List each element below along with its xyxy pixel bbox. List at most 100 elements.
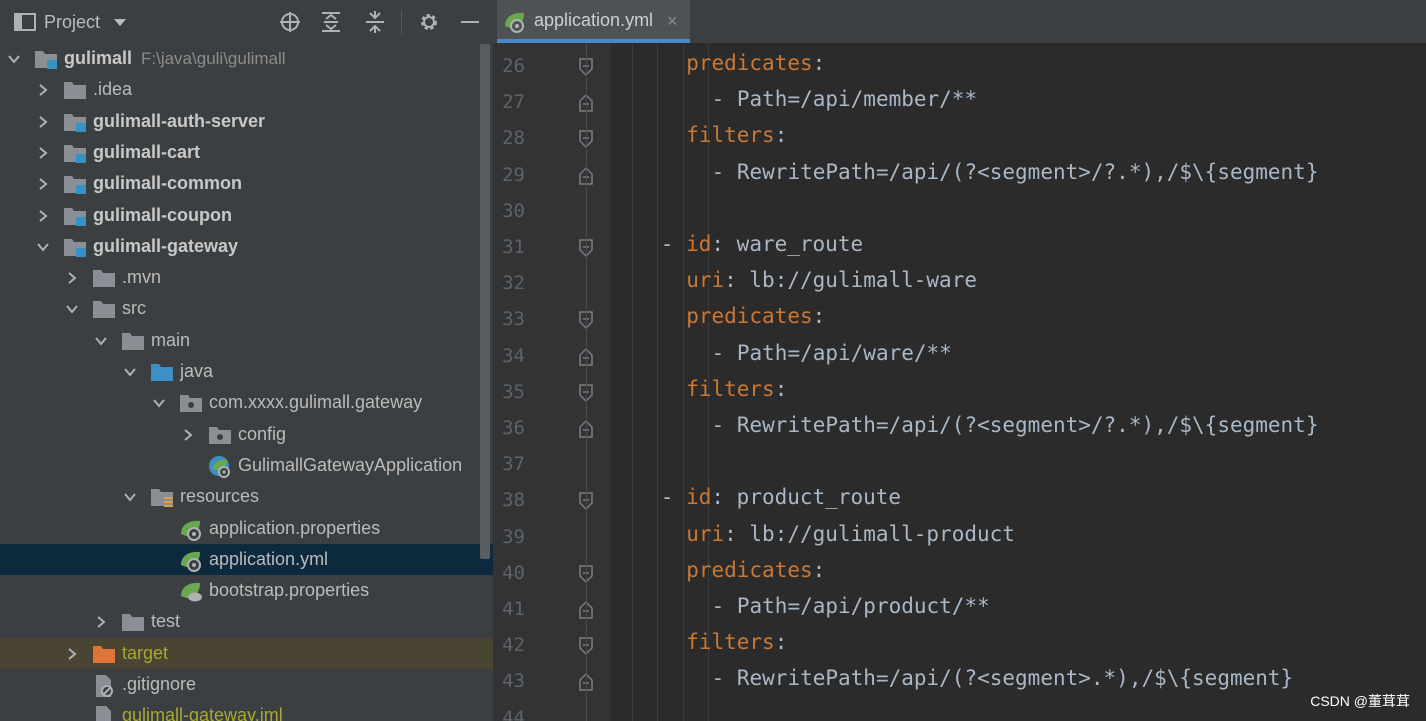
collapse-all-icon[interactable] bbox=[363, 10, 387, 34]
code-area[interactable]: predicates: - Path=/api/member/** filters:… bbox=[611, 43, 1426, 721]
tree-node-label: resources bbox=[180, 486, 260, 507]
line-number: 27 bbox=[502, 91, 525, 114]
chevron-down-icon[interactable] bbox=[124, 366, 136, 378]
tree-node[interactable]: application.yml bbox=[0, 543, 493, 575]
yaml-key: filters bbox=[686, 376, 775, 401]
tree-node-path: F:\java\guli\gulimall bbox=[141, 49, 286, 68]
spring-config-icon bbox=[179, 518, 203, 541]
tree-node-label: gulimall-coupon bbox=[93, 204, 232, 225]
tree-node[interactable]: java bbox=[0, 356, 493, 387]
yaml-text: : bbox=[774, 123, 788, 148]
tree-node[interactable]: .gitignore bbox=[0, 669, 493, 700]
chevron-down-icon[interactable] bbox=[114, 18, 127, 26]
tree-node[interactable]: gulimall-coupon bbox=[0, 200, 493, 231]
tree-node[interactable]: application.properties bbox=[0, 513, 493, 544]
tree-node-label: bootstrap.properties bbox=[209, 580, 370, 601]
line-number: 38 bbox=[502, 489, 525, 512]
tree-node[interactable]: main bbox=[0, 325, 493, 356]
package-icon bbox=[208, 424, 232, 446]
chevron-down-icon[interactable] bbox=[124, 491, 136, 503]
indent-guide bbox=[657, 43, 659, 721]
tree-node[interactable]: gulimall-cart bbox=[0, 137, 493, 168]
line-number: 41 bbox=[502, 598, 525, 620]
tree-node[interactable]: src bbox=[0, 293, 493, 324]
tree-node-label: gulimall-gateway.iml bbox=[122, 705, 283, 721]
project-panel-title: Project bbox=[44, 11, 101, 32]
chevron-right-icon[interactable] bbox=[95, 616, 107, 629]
tree-node[interactable]: gulimall-auth-server bbox=[0, 106, 493, 137]
tree-node[interactable]: .idea bbox=[0, 74, 493, 105]
chevron-right-icon[interactable] bbox=[66, 272, 78, 284]
tree-node-label: target bbox=[122, 642, 169, 663]
chevron-down-icon[interactable] bbox=[8, 53, 20, 65]
tree-node[interactable]: test bbox=[0, 606, 493, 637]
chevron-right-icon[interactable] bbox=[66, 647, 78, 660]
chevron-down-icon[interactable] bbox=[95, 335, 107, 347]
tree-node[interactable]: gulimall F:\java\guli\gulimall bbox=[0, 43, 493, 74]
yaml-key: predicates bbox=[686, 557, 813, 582]
gear-icon[interactable] bbox=[417, 10, 441, 34]
tree-scrollbar[interactable] bbox=[480, 44, 490, 559]
tree-node-label: gulimall-gateway bbox=[93, 235, 239, 256]
chevron-right-icon[interactable] bbox=[37, 147, 49, 159]
close-icon[interactable]: × bbox=[667, 11, 678, 32]
line-number-gutter: 26 27 28 29 30 31 32 33 34 35 36 37 38 39 40 41 42 43 44 bbox=[493, 43, 611, 721]
package-icon bbox=[179, 392, 203, 414]
tree-node-label: gulimall-auth-server bbox=[93, 110, 266, 131]
yaml-text: - RewritePath=/api/(?<segment>.*),/$\{se… bbox=[711, 666, 1294, 691]
module-folder-icon bbox=[63, 111, 87, 133]
indent-guide bbox=[682, 43, 684, 721]
tree-node[interactable]: .mvn bbox=[0, 262, 493, 293]
code-line: - Path=/api/ware/** bbox=[712, 341, 952, 377]
tree-node[interactable]: com.xxxx.gulimall.gateway bbox=[0, 387, 493, 418]
watermark: CSDN @董茸茸 bbox=[1310, 693, 1410, 709]
line-number: 37 bbox=[502, 453, 525, 476]
code-line: filters: bbox=[686, 123, 787, 159]
line-number: 43 bbox=[502, 670, 525, 693]
chevron-down-icon[interactable] bbox=[153, 397, 165, 409]
chevron-right-icon[interactable] bbox=[182, 428, 194, 441]
chevron-right-icon[interactable] bbox=[37, 115, 49, 128]
tree-node[interactable]: target bbox=[0, 637, 493, 669]
code-line: predicates: bbox=[686, 558, 825, 594]
chevron-down-icon[interactable] bbox=[66, 303, 78, 315]
yaml-text: - bbox=[660, 232, 687, 256]
chevron-right-icon[interactable] bbox=[37, 84, 49, 97]
module-folder-icon bbox=[63, 173, 87, 195]
chevron-down-icon[interactable] bbox=[37, 241, 49, 253]
locate-icon[interactable] bbox=[278, 10, 302, 34]
module-folder-icon bbox=[34, 48, 58, 70]
excluded-folder-icon bbox=[92, 643, 116, 665]
yaml-text: - RewritePath=/api/(?<segment>/?.*),/$\{… bbox=[711, 413, 1319, 437]
yaml-key: filters bbox=[686, 123, 775, 148]
tree-node[interactable]: resources bbox=[0, 481, 493, 512]
code-line: - RewritePath=/api/(?<segment>/?.*),/$\{… bbox=[712, 413, 1319, 449]
tree-node[interactable]: bootstrap.properties bbox=[0, 575, 493, 606]
yaml-text: - bbox=[660, 485, 687, 510]
tree-node[interactable]: gulimall-gateway.iml bbox=[0, 700, 493, 721]
yaml-text: : ware_route bbox=[711, 232, 864, 256]
tree-node[interactable]: gulimall-gateway bbox=[0, 231, 493, 262]
tree-node[interactable]: gulimall-common bbox=[0, 168, 493, 199]
tree-node-label: src bbox=[122, 298, 146, 319]
expand-all-icon[interactable] bbox=[319, 10, 343, 34]
tree-node-label: GulimallGatewayApplication bbox=[238, 454, 463, 475]
source-folder-icon bbox=[150, 361, 174, 383]
yaml-text: : bbox=[812, 51, 826, 75]
module-folder-icon bbox=[63, 205, 87, 227]
tree-node[interactable]: GulimallGatewayApplication bbox=[0, 450, 493, 481]
project-window-icon bbox=[14, 13, 36, 31]
yaml-text: : product_route bbox=[711, 485, 902, 510]
tree-node[interactable]: config bbox=[0, 419, 493, 450]
chevron-right-icon[interactable] bbox=[37, 209, 49, 222]
code-line: - RewritePath=/api/(?<segment>/?.*),/$\{… bbox=[712, 160, 1319, 196]
line-number: 44 bbox=[502, 706, 525, 721]
yaml-text: : bbox=[812, 557, 826, 582]
project-view-selector[interactable]: Project bbox=[14, 9, 127, 35]
hide-icon[interactable] bbox=[458, 10, 482, 34]
line-number: 39 bbox=[502, 525, 525, 548]
chevron-right-icon[interactable] bbox=[37, 178, 49, 190]
tree-node-label: config bbox=[238, 423, 287, 444]
tree-node-label: java bbox=[180, 361, 214, 381]
code-line: - Path=/api/product/** bbox=[712, 594, 990, 630]
